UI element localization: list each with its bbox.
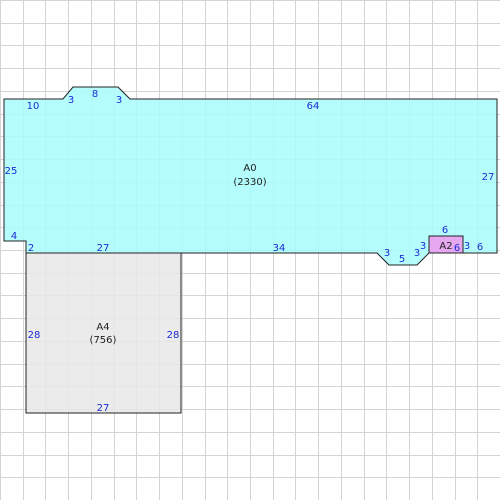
dim-A2-bottom: 6 <box>454 243 460 254</box>
dim-A0-bottom-over-A4: 27 <box>97 243 110 254</box>
dim-A0-bottom-step: 2 <box>28 243 34 254</box>
dim-A4-left: 28 <box>28 330 41 341</box>
dim-A4-right: 28 <box>167 330 180 341</box>
room-A4-shape[interactable] <box>25 252 182 414</box>
room-A4-area: (756) <box>90 335 117 346</box>
room-A0-area: (2330) <box>233 177 266 188</box>
dim-A0-step-right: 3 <box>420 241 426 252</box>
dim-A0-notch-left: 3 <box>384 248 390 259</box>
floor-plan-canvas[interactable]: A0 (2330) A4 (756) A2 10 3 8 3 64 25 27 … <box>0 0 500 500</box>
dim-A0-bump-right: 3 <box>116 95 122 106</box>
dim-A0-bump-top: 8 <box>92 89 98 100</box>
dim-A0-bottom: 34 <box>273 243 286 254</box>
dim-A0-bump-left: 3 <box>68 95 74 106</box>
floor-plan: A0 (2330) A4 (756) A2 10 3 8 3 64 25 27 … <box>0 0 500 500</box>
room-A0-shape[interactable] <box>3 86 498 266</box>
dim-A2-right: 3 <box>464 241 470 252</box>
dim-A4-bottom: 27 <box>97 403 110 414</box>
dim-A0-bottom-right: 6 <box>477 242 483 253</box>
room-A2-name: A2 <box>439 241 452 252</box>
dim-A0-notch-bottom: 5 <box>399 254 405 265</box>
dim-A0-left: 25 <box>5 166 18 177</box>
dim-A2-top: 6 <box>442 225 448 236</box>
dim-A0-right: 27 <box>482 172 495 183</box>
dim-A0-left-step: 4 <box>11 231 17 242</box>
room-A0-name: A0 <box>243 163 256 174</box>
dim-A0-top-left: 10 <box>27 101 40 112</box>
dim-A0-top: 64 <box>307 101 320 112</box>
room-A4-name: A4 <box>96 322 109 333</box>
